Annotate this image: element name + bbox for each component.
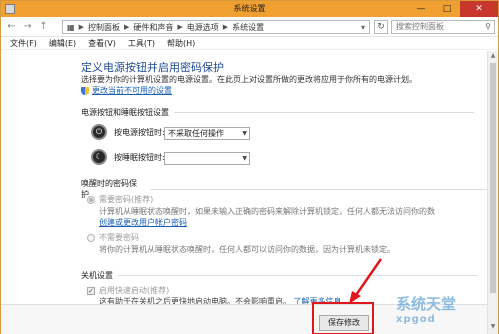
- shield-icon: [81, 86, 89, 95]
- change-password-link[interactable]: 创建或更改用户帐户密码: [99, 217, 187, 228]
- power-icon: ⏻: [91, 124, 107, 140]
- title-bar: 系统设置 — □ ✕: [1, 1, 498, 17]
- nav-buttons: ← → ↑: [5, 20, 50, 33]
- menu-tools[interactable]: 工具(T): [128, 38, 155, 49]
- breadcrumb-control-panel[interactable]: 控制面板: [88, 22, 120, 33]
- radio-unselected[interactable]: [87, 233, 95, 242]
- change-settings-link[interactable]: 更改当前不可用的设置: [81, 85, 172, 96]
- require-password-label: 需要密码(推荐): [99, 195, 154, 204]
- divider: [118, 275, 478, 276]
- require-password-radio[interactable]: 需要密码(推荐): [87, 194, 153, 205]
- search-icon[interactable]: ⚲: [485, 21, 491, 33]
- divider: [174, 112, 474, 113]
- checkmark-icon[interactable]: ✓: [87, 286, 95, 295]
- breadcrumb-separator: ▶: [177, 23, 183, 31]
- no-password-desc: 将你的计算机从睡眠状态唤醒时，任何人都可以访问你的数据，因为计算机未锁定。: [99, 245, 395, 254]
- address-bar: ← → ↑ ▦ ▶ 控制面板 ▶ 硬件和声音 ▶ 电源选项 ▶ 系统设置 ▾ ↻…: [1, 17, 498, 37]
- refresh-icon[interactable]: ↻: [374, 20, 388, 34]
- power-section-title: 电源按钮和睡眠按钮设置: [81, 108, 169, 117]
- watermark-line2: xpgod: [396, 314, 436, 325]
- divider: [149, 188, 487, 190]
- breadcrumb-system-settings[interactable]: 系统设置: [232, 22, 264, 33]
- radio-selected[interactable]: [87, 195, 95, 204]
- power-button-label: 按电源按钮时:: [114, 127, 165, 137]
- system-settings-window: 系统设置 — □ ✕ ← → ↑ ▦ ▶ 控制面板 ▶ 硬件和声音 ▶ 电源选项…: [0, 0, 499, 334]
- red-arrow-annotation: [349, 258, 383, 304]
- menu-view[interactable]: 查看(V): [88, 38, 116, 49]
- shutdown-section-title: 关机设置: [81, 271, 113, 280]
- watermark-logo: 系统天堂 xpgod: [396, 293, 456, 325]
- power-section-header: 电源按钮和睡眠按钮设置: [81, 107, 474, 118]
- main-content: 定义电源按钮并启用密码保护 选择要为你的计算机设置的电源设置。在此页上对设置所做…: [1, 51, 487, 334]
- no-password-label: 不需要密码: [99, 233, 139, 242]
- close-button[interactable]: ✕: [460, 1, 498, 17]
- power-button-row: ⏻ 按电源按钮时:: [91, 124, 165, 140]
- watermark-line1: 系统天堂: [396, 295, 457, 313]
- chevron-down-icon: ▼: [242, 130, 247, 137]
- window-controls: — □ ✕: [408, 1, 498, 17]
- sleep-button-select[interactable]: ▼: [164, 152, 250, 165]
- scroll-thumb[interactable]: [490, 63, 496, 293]
- power-button-select[interactable]: 不采取任何操作 ▼: [164, 127, 250, 140]
- sleep-button-row: ☾ 按睡眠按钮时:: [91, 149, 165, 165]
- highlight-box: [312, 302, 374, 334]
- up-arrow-icon[interactable]: ↑: [37, 20, 50, 33]
- maximize-button[interactable]: □: [434, 1, 460, 17]
- fast-startup-label: 启用快速启动(推荐): [99, 286, 170, 295]
- page-description: 选择要为你的计算机设置的电源设置。在此页上对设置所做的更改将应用于你所有的电源计…: [81, 75, 417, 84]
- menu-file[interactable]: 文件(F): [10, 38, 37, 49]
- moon-icon: ☾: [91, 149, 107, 165]
- page-title: 定义电源按钮并启用密码保护: [81, 61, 224, 74]
- breadcrumb-separator: ▶: [123, 23, 130, 31]
- breadcrumb-power-options[interactable]: 电源选项: [187, 22, 219, 33]
- vertical-scrollbar[interactable]: ▲ ▼: [487, 51, 498, 334]
- forward-arrow-icon[interactable]: →: [21, 20, 34, 33]
- menu-edit[interactable]: 编辑(E): [49, 38, 76, 49]
- sleep-button-label: 按睡眠按钮时:: [114, 152, 165, 162]
- breadcrumb-separator: ▶: [222, 23, 229, 31]
- require-password-desc: 计算机从睡眠状态唤醒时，如果未输入正确的密码来解除计算机锁定，任何人都无法访问你…: [99, 207, 435, 216]
- no-password-radio[interactable]: 不需要密码: [87, 232, 139, 243]
- scroll-down-icon[interactable]: ▼: [488, 323, 498, 333]
- breadcrumb[interactable]: ▦ ▶ 控制面板 ▶ 硬件和声音 ▶ 电源选项 ▶ 系统设置 ▾: [62, 20, 370, 34]
- minimize-button[interactable]: —: [408, 1, 434, 17]
- back-arrow-icon[interactable]: ←: [5, 20, 18, 33]
- menu-bar: 文件(F) 编辑(E) 查看(V) 工具(T) 帮助(H): [1, 37, 498, 50]
- breadcrumb-hardware-sound[interactable]: 硬件和声音: [133, 22, 173, 33]
- breadcrumb-separator: ▶: [78, 23, 84, 31]
- scroll-up-icon[interactable]: ▲: [488, 52, 498, 62]
- search-placeholder: 搜索控制面板: [396, 22, 444, 31]
- search-input[interactable]: 搜索控制面板 ⚲: [391, 20, 495, 34]
- folder-icon: ▦: [67, 22, 75, 32]
- chevron-down-icon: ▼: [242, 155, 247, 162]
- menu-help[interactable]: 帮助(H): [167, 38, 195, 49]
- power-button-value: 不采取任何操作: [168, 129, 224, 138]
- shutdown-section-header: 关机设置: [81, 270, 478, 281]
- change-settings-label[interactable]: 更改当前不可用的设置: [92, 85, 172, 96]
- chevron-down-icon[interactable]: ▾: [357, 23, 369, 32]
- fast-startup-checkbox[interactable]: ✓ 启用快速启动(推荐): [87, 285, 169, 296]
